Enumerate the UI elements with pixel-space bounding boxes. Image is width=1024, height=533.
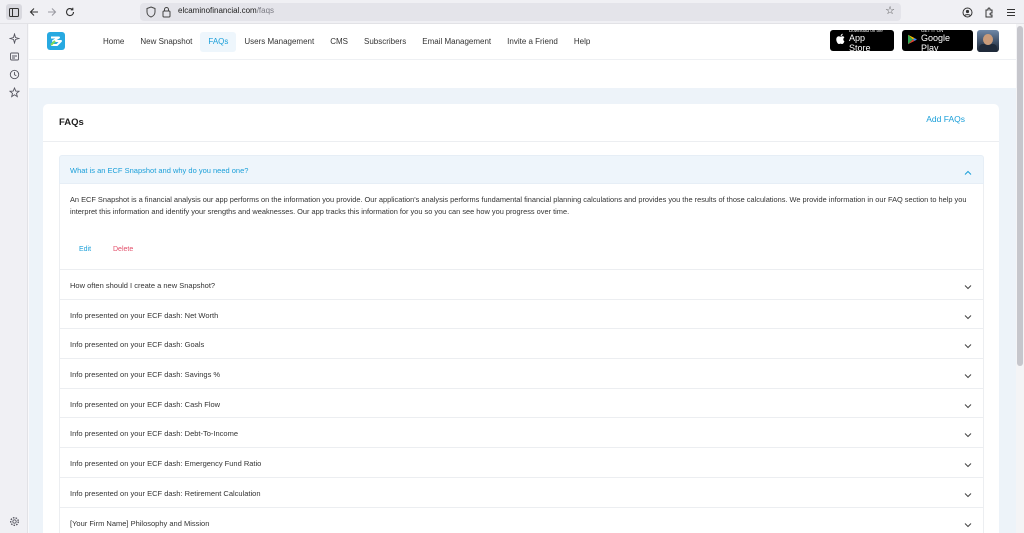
faq-question: Info presented on your ECF dash: Retirem… (70, 488, 261, 498)
account-icon[interactable] (958, 3, 976, 21)
chevron-down-icon[interactable] (963, 487, 973, 498)
faq-item[interactable]: Info presented on your ECF dash: Goals (59, 329, 984, 360)
faq-question: How often should I create a new Snapshot… (70, 281, 216, 290)
app-root: Home New Snapshot FAQs Users Management … (29, 24, 1016, 533)
card-divider (43, 141, 999, 142)
reload-icon[interactable] (61, 3, 79, 21)
edit-button[interactable]: Edit (79, 246, 91, 253)
ai-sparkle-icon[interactable] (6, 30, 22, 46)
google-play-icon (907, 32, 917, 50)
app-header: Home New Snapshot FAQs Users Management … (29, 24, 1016, 59)
nav-subscribers[interactable]: Subscribers (356, 32, 414, 52)
chevron-down-icon[interactable] (963, 517, 973, 527)
chevron-down-icon[interactable] (963, 398, 973, 408)
browser-sidebar (0, 24, 28, 533)
lock-icon[interactable] (162, 5, 171, 23)
faqs-card: FAQs Add FAQs What is an ECF Snapshot an… (43, 104, 999, 533)
scrollbar-thumb[interactable] (1017, 26, 1023, 366)
faq-answer-panel: An ECF Snapshot is a financial analysis … (59, 184, 984, 270)
nav-invite-friend[interactable]: Invite a Friend (499, 32, 566, 52)
chevron-down-icon[interactable] (963, 427, 973, 438)
faq-item[interactable]: Info presented on your ECF dash: Savings… (59, 359, 984, 389)
app-subheader (29, 59, 1016, 88)
faq-question: Info presented on your ECF dash: Cash Fl… (70, 399, 221, 409)
faq-item[interactable]: Info presented on your ECF dash: Retirem… (59, 477, 984, 508)
faq-item[interactable]: Info presented on your ECF dash: Emergen… (59, 448, 984, 478)
url-path: /faqs (256, 6, 275, 15)
nav-help[interactable]: Help (566, 32, 598, 52)
playstore-big-text: Google Play (921, 33, 951, 53)
chevron-down-icon[interactable] (963, 457, 973, 468)
nav-email-management[interactable]: Email Management (414, 32, 499, 52)
history-clock-icon[interactable] (6, 66, 22, 82)
faq-item-expanded-header[interactable]: What is an ECF Snapshot and why do you n… (59, 155, 984, 184)
nav-home[interactable]: Home (95, 32, 132, 52)
chevron-down-icon[interactable] (963, 338, 973, 349)
chevron-up-icon[interactable] (963, 165, 973, 175)
url-text[interactable]: elcaminofinancial.com/faqs (178, 6, 274, 15)
chevron-down-icon[interactable] (963, 309, 973, 319)
forward-arrow-icon[interactable] (43, 3, 61, 21)
browser-toolbar: elcaminofinancial.com/faqs ☆ (0, 0, 1024, 24)
faq-item[interactable]: Info presented on your ECF dash: Cash Fl… (59, 388, 984, 419)
faq-answer-text: An ECF Snapshot is a financial analysis … (70, 195, 967, 216)
faq-question: What is an ECF Snapshot and why do you n… (70, 166, 249, 175)
main-nav: Home New Snapshot FAQs Users Management … (95, 24, 598, 59)
bookmarks-star-icon[interactable] (6, 84, 22, 100)
settings-gear-icon[interactable] (6, 513, 22, 529)
faq-question: Info presented on your ECF dash: Net Wor… (70, 310, 219, 320)
faq-question: Info presented on your ECF dash: Savings… (70, 370, 221, 380)
delete-button[interactable]: Delete (113, 246, 133, 253)
add-faqs-button[interactable]: Add FAQs (926, 114, 965, 124)
chevron-down-icon[interactable] (963, 368, 973, 379)
faq-item[interactable]: Info presented on your ECF dash: Debt-To… (59, 418, 984, 449)
app-store-button[interactable]: Download on the App Store (830, 28, 894, 53)
bookmark-star-icon[interactable]: ☆ (885, 4, 895, 17)
faq-accordion: What is an ECF Snapshot and why do you n… (59, 155, 984, 533)
sidebar-toggle-icon[interactable] (6, 4, 22, 20)
brand-logo-icon[interactable] (46, 31, 66, 51)
faq-question: [Your Firm Name] Philosophy and Mission (70, 518, 210, 528)
faq-question: Info presented on your ECF dash: Debt-To… (70, 429, 239, 439)
faq-item[interactable]: Info presented on your ECF dash: Net Wor… (59, 299, 984, 330)
synced-tabs-icon[interactable] (6, 48, 22, 64)
apple-icon (835, 32, 845, 50)
google-play-button[interactable]: GET IT ON Google Play (902, 28, 973, 53)
faq-item[interactable]: [Your Firm Name] Philosophy and Mission (59, 507, 984, 533)
chevron-down-icon[interactable] (963, 279, 973, 290)
tracking-shield-icon[interactable] (146, 5, 156, 23)
nav-users-management[interactable]: Users Management (236, 32, 322, 52)
back-arrow-icon[interactable] (25, 3, 43, 21)
appstore-big-text: App Store (849, 33, 871, 53)
url-domain: elcaminofinancial.com (178, 6, 257, 15)
nav-faqs[interactable]: FAQs (200, 31, 237, 52)
faq-item[interactable]: How often should I create a new Snapshot… (59, 270, 984, 300)
faq-question: Info presented on your ECF dash: Emergen… (70, 459, 262, 469)
address-bar[interactable]: elcaminofinancial.com/faqs ☆ (140, 3, 901, 21)
menu-icon[interactable] (1002, 3, 1020, 21)
page-scrollbar[interactable] (1016, 24, 1024, 533)
extensions-icon[interactable] (980, 3, 998, 21)
user-avatar[interactable] (977, 30, 999, 52)
faq-question: Info presented on your ECF dash: Goals (70, 340, 205, 350)
nav-new-snapshot[interactable]: New Snapshot (132, 32, 200, 52)
nav-cms[interactable]: CMS (322, 32, 356, 52)
page-title: FAQs (59, 117, 84, 128)
